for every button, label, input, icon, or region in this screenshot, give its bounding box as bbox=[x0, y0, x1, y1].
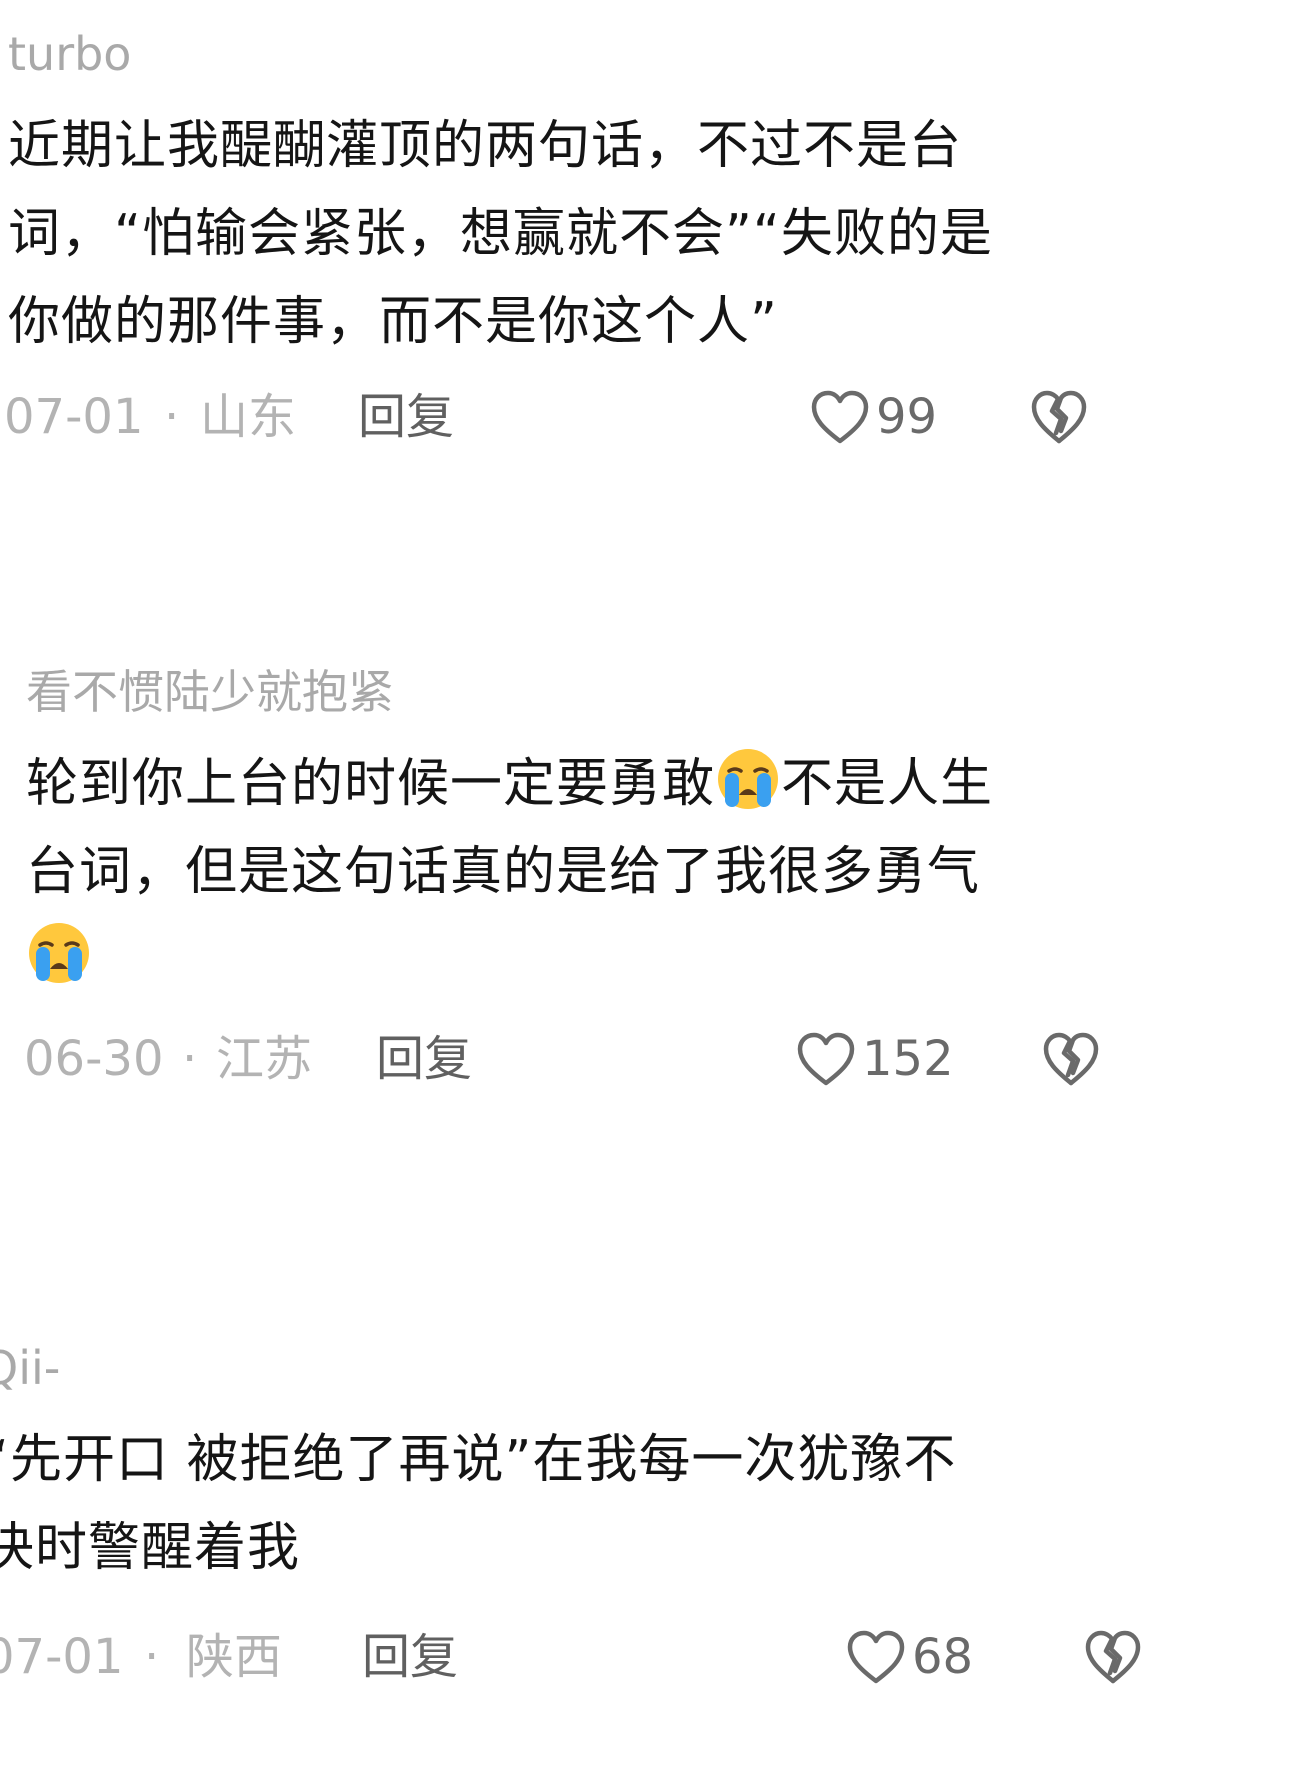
comment-text-line: “先开口 被拒绝了再说”在我每一次犹豫不 bbox=[0, 1430, 957, 1490]
comment-text-line: 近期让我醍醐灌顶的两句话，不过不是台 bbox=[8, 116, 963, 176]
reply-button[interactable]: 回复 bbox=[358, 382, 454, 452]
comment-text-line bbox=[26, 916, 1206, 1004]
like-button[interactable]: 99 bbox=[810, 382, 937, 452]
comment-text-segment: 轮到你上台的时候一定要勇敢 bbox=[26, 754, 716, 814]
broken-heart-icon bbox=[1031, 390, 1087, 444]
comment-location: 陕西 bbox=[186, 1629, 283, 1685]
comment-text-line: 轮到你上台的时候一定要勇敢 不是人生 bbox=[26, 740, 1206, 828]
comment-item: turbo 近期让我醍醐灌顶的两句话，不过不是台 词，“怕输会紧张，想赢就不会”… bbox=[8, 26, 1188, 366]
comment-text-line: 你做的那件事，而不是你这个人” bbox=[8, 292, 778, 352]
like-count: 152 bbox=[862, 1031, 954, 1087]
dislike-button[interactable] bbox=[1084, 1622, 1142, 1692]
comment-location: 江苏 bbox=[216, 1031, 313, 1087]
broken-heart-icon bbox=[1043, 1032, 1099, 1086]
like-button[interactable]: 152 bbox=[796, 1024, 954, 1094]
comment-item: Qii- “先开口 被拒绝了再说”在我每一次犹豫不 决时警醒着我 bbox=[0, 1340, 1162, 1592]
crying-face-emoji-icon bbox=[29, 923, 89, 983]
comment-meta: 06-30 · 江苏 回复 152 bbox=[24, 1024, 1204, 1094]
like-count: 99 bbox=[876, 389, 938, 445]
meta-separator: · bbox=[144, 1629, 160, 1685]
comment-date: 07-01 bbox=[4, 389, 144, 445]
comment-text-line: 决时警醒着我 bbox=[0, 1518, 301, 1578]
comment-username[interactable]: turbo bbox=[8, 26, 1188, 82]
dislike-button[interactable] bbox=[1042, 1024, 1100, 1094]
heart-outline-icon bbox=[847, 1630, 905, 1684]
dislike-button[interactable] bbox=[1030, 382, 1088, 452]
comment-location: 山东 bbox=[200, 389, 297, 445]
comment-meta: 07-01 · 陕西 回复 68 bbox=[0, 1622, 1164, 1692]
comment-text-line: 词，“怕输会紧张，想赢就不会”“失败的是 bbox=[8, 204, 993, 264]
reply-button[interactable]: 回复 bbox=[376, 1024, 472, 1094]
reply-button[interactable]: 回复 bbox=[362, 1622, 458, 1692]
comment-username[interactable]: Qii- bbox=[0, 1340, 1162, 1396]
heart-outline-icon bbox=[811, 390, 869, 444]
heart-outline-icon bbox=[797, 1032, 855, 1086]
meta-separator: · bbox=[164, 389, 180, 445]
comment-date: 06-30 bbox=[24, 1031, 164, 1087]
comment-meta: 07-01 · 山东 回复 99 bbox=[4, 382, 1184, 452]
comment-date: 07-01 bbox=[0, 1629, 124, 1685]
comment-text-line: 台词，但是这句话真的是给了我很多勇气 bbox=[26, 842, 981, 902]
crying-face-emoji-icon bbox=[718, 749, 779, 809]
comment-text-segment: 不是人生 bbox=[781, 754, 994, 814]
comment-username[interactable]: 看不惯陆少就抱紧 bbox=[26, 664, 1206, 720]
broken-heart-icon bbox=[1085, 1630, 1141, 1684]
like-button[interactable]: 68 bbox=[846, 1622, 973, 1692]
meta-separator: · bbox=[182, 1031, 198, 1087]
comment-item: 看不惯陆少就抱紧 轮到你上台的时候一定要勇敢 不是人生 台词，但是这句话真的是给… bbox=[26, 664, 1206, 1004]
like-count: 68 bbox=[912, 1629, 974, 1685]
